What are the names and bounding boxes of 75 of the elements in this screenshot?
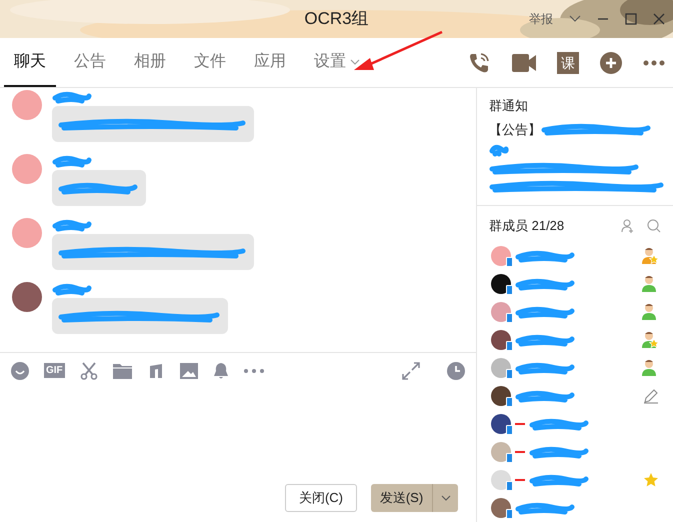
- phone-badge-icon: [506, 313, 513, 323]
- redaction-mark: [515, 501, 575, 515]
- chevron-down-icon[interactable]: [569, 15, 581, 23]
- phone-badge-icon: [506, 481, 513, 491]
- member-row[interactable]: [491, 274, 659, 294]
- redaction-mark: [515, 305, 575, 319]
- avatar[interactable]: [491, 274, 511, 294]
- more-icon[interactable]: [643, 60, 665, 66]
- redaction-mark: [52, 282, 92, 296]
- add-icon[interactable]: [599, 50, 623, 74]
- redaction-mark: [515, 277, 575, 291]
- more-icon[interactable]: [244, 368, 264, 372]
- redaction-mark: [515, 333, 575, 347]
- phone-badge-icon: [506, 425, 513, 435]
- close-button[interactable]: 关闭(C): [285, 484, 357, 512]
- phone-badge-icon: [506, 369, 513, 379]
- redaction-mark: [515, 249, 575, 263]
- phone-call-icon[interactable]: [467, 50, 491, 74]
- person-icon: [641, 359, 659, 377]
- chevron-down-icon: [440, 495, 450, 501]
- person-icon: [641, 275, 659, 293]
- person-star-icon: [641, 247, 659, 265]
- video-call-icon[interactable]: [511, 52, 537, 74]
- tab[interactable]: 聊天: [4, 38, 56, 87]
- redaction-mark: [529, 417, 589, 431]
- highlighted-name-mark: [515, 479, 525, 481]
- redaction-mark: [515, 361, 575, 375]
- notice-title: 群通知: [489, 97, 529, 115]
- phone-badge-icon: [506, 257, 513, 267]
- avatar[interactable]: [491, 386, 511, 406]
- star-icon: [643, 472, 659, 488]
- member-row[interactable]: [491, 386, 659, 406]
- clock-icon[interactable]: [447, 362, 465, 380]
- tab[interactable]: 公告: [64, 38, 116, 87]
- phone-badge-icon: [506, 285, 513, 295]
- bell-icon[interactable]: [212, 362, 229, 380]
- pencil-icon: [643, 388, 659, 404]
- phone-badge-icon: [506, 453, 513, 463]
- highlighted-name-mark: [515, 451, 525, 453]
- member-row[interactable]: [491, 330, 659, 350]
- redaction-mark: [52, 90, 92, 104]
- message-input[interactable]: 关闭(C) 发送(S): [0, 388, 476, 522]
- add-person-icon[interactable]: [621, 219, 635, 233]
- phone-badge-icon: [506, 509, 513, 519]
- person-icon: [641, 303, 659, 321]
- course-button[interactable]: 课: [557, 52, 579, 74]
- members-header: 群成员 21/28: [489, 217, 564, 236]
- image-icon[interactable]: [180, 362, 198, 378]
- maximize-icon[interactable]: [625, 13, 637, 25]
- tab[interactable]: 设置: [304, 38, 370, 87]
- folder-icon[interactable]: [112, 362, 132, 378]
- redaction-mark: [489, 143, 509, 157]
- expand-icon[interactable]: [402, 362, 420, 380]
- close-icon[interactable]: [653, 13, 665, 25]
- tab[interactable]: 应用: [244, 38, 296, 87]
- search-icon[interactable]: [647, 219, 661, 233]
- notice-tag: 【公告】: [489, 120, 541, 139]
- phone-badge-icon: [506, 397, 513, 407]
- redaction-mark: [529, 473, 589, 487]
- redaction-mark: [52, 218, 92, 232]
- gif-button[interactable]: GIF: [44, 363, 65, 378]
- window-title: OCR3组: [304, 8, 369, 30]
- redaction-mark: [52, 154, 92, 168]
- report-link[interactable]: 举报: [529, 10, 553, 28]
- redaction-mark: [529, 445, 589, 459]
- smiley-icon[interactable]: [11, 362, 29, 380]
- tab[interactable]: 相册: [124, 38, 176, 87]
- tab[interactable]: 文件: [184, 38, 236, 87]
- avatar[interactable]: [491, 330, 511, 350]
- highlighted-name-mark: [515, 423, 525, 425]
- person-star-icon: [641, 331, 659, 349]
- avatar[interactable]: [491, 414, 511, 434]
- phone-badge-icon: [506, 341, 513, 351]
- scissors-icon[interactable]: [80, 362, 98, 380]
- redaction-mark: [515, 389, 575, 403]
